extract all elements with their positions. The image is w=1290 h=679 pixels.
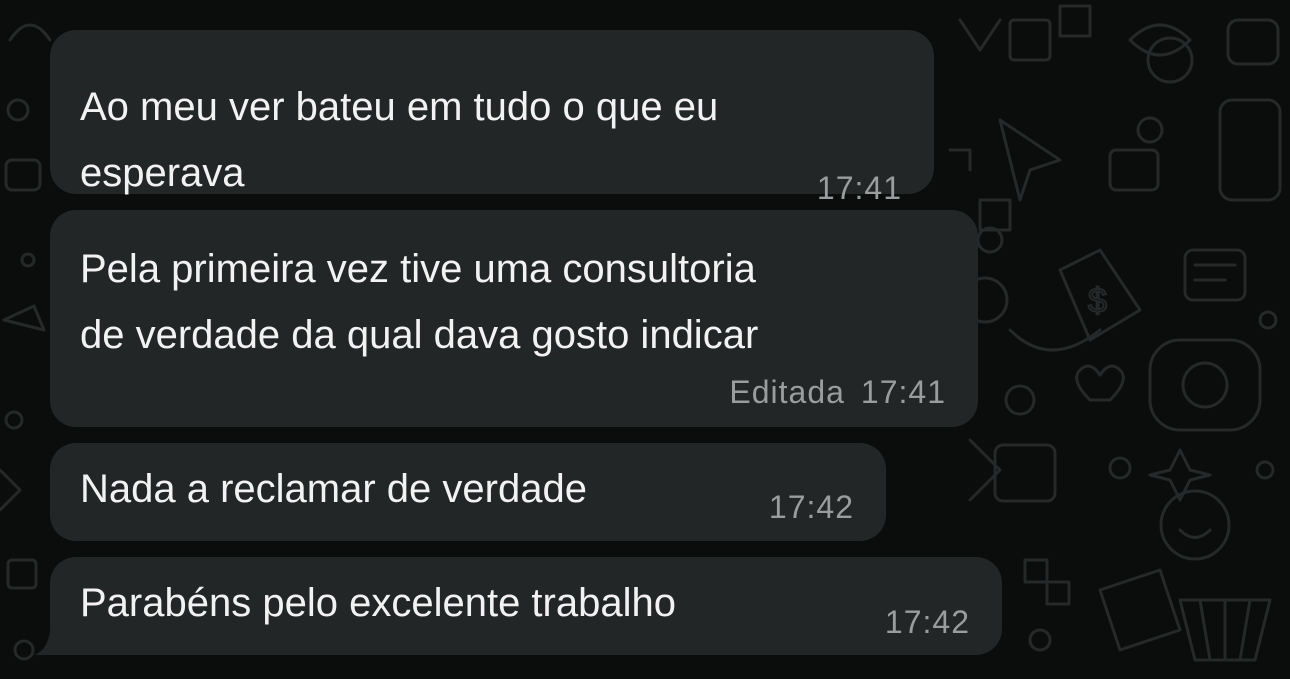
message-time: 17:41 — [816, 170, 902, 206]
message-meta: 17:41 — [817, 170, 902, 207]
message-line: Parabéns pelo excelente trabalho — [80, 581, 676, 625]
message-text: Pela primeira vez tive uma consultoria d… — [80, 236, 758, 368]
message-bubble[interactable]: Ao meu ver bateu em tudo o que eu espera… — [50, 30, 934, 206]
message-meta: Editada 17:41 — [729, 374, 946, 411]
message-line: Nada a reclamar de verdade — [80, 467, 587, 511]
message-bubble[interactable]: Parabéns pelo excelente trabalho 17:42 — [50, 557, 1002, 655]
message-bubble[interactable]: Pela primeira vez tive uma consultoria d… — [50, 210, 978, 427]
chat-area[interactable]: $ Ao meu ver bateu em tudo o que eu espe… — [0, 0, 1290, 679]
edited-label: Editada — [729, 374, 845, 410]
message-time: 17:41 — [860, 374, 946, 410]
message-line: de verdade da qual dava gosto indicar — [80, 313, 759, 357]
message-time: 17:42 — [768, 489, 854, 525]
message-meta: 17:42 — [769, 489, 854, 526]
message-line: Ao meu ver bateu em tudo o que eu — [80, 85, 719, 129]
svg-text:$: $ — [1088, 282, 1107, 320]
message-bubble[interactable]: Nada a reclamar de verdade 17:42 — [50, 443, 886, 541]
message-line: Pela primeira vez tive uma consultoria — [80, 247, 756, 291]
message-text: Ao meu ver bateu em tudo o que eu espera… — [80, 74, 718, 206]
message-meta: 17:42 — [885, 604, 970, 641]
message-text: Parabéns pelo excelente trabalho — [80, 570, 676, 636]
message-time: 17:42 — [884, 604, 970, 640]
message-text: Nada a reclamar de verdade — [80, 456, 587, 522]
message-line: esperava — [80, 151, 245, 195]
